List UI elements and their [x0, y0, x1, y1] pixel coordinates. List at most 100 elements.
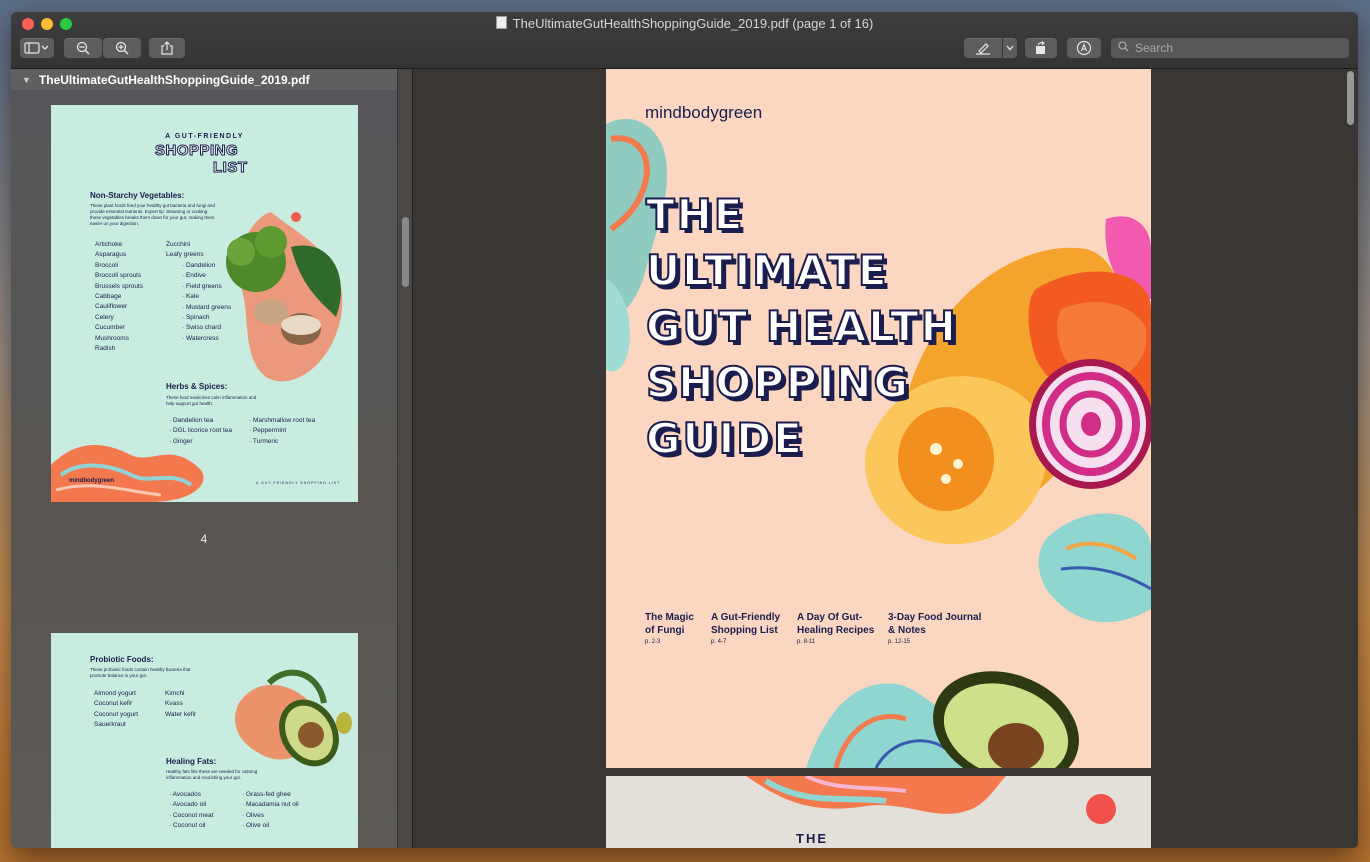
thumb-list-item: Broccoli	[95, 261, 119, 269]
disclosure-triangle-icon[interactable]: ▼	[22, 75, 31, 85]
thumb-list-item: Kvass	[165, 700, 183, 708]
thumb2-fats-desc: Healthy fats like these are needed for c…	[166, 769, 258, 780]
window-title: TheUltimateGutHealthShoppingGuide_2019.p…	[512, 16, 874, 31]
thumb-list-item: · Dandelion tea	[169, 417, 214, 424]
thumb-herbs-heading: Herbs & Spices:	[166, 382, 228, 391]
toc-item: The Magic of Fungi p. 2-3	[645, 611, 694, 645]
sidebar-scroll-thumb[interactable]	[402, 217, 409, 287]
page-thumbnail-5[interactable]: Probiotic Foods: These probiotic foods c…	[51, 633, 358, 848]
thumb-list-item: Almond yogurt	[94, 690, 136, 697]
sidebar-toggle-button[interactable]	[20, 38, 54, 58]
swirl-illustration	[51, 445, 204, 502]
thumb-list-item: Asparagus	[95, 251, 127, 259]
toc-label-line1: The Magic	[645, 612, 694, 623]
thumb2-probiotic-heading: Probiotic Foods:	[90, 655, 154, 664]
rotate-icon	[1036, 41, 1045, 54]
sidebar-icon	[24, 42, 49, 54]
thumb-list-item: Leafy greens	[166, 251, 204, 259]
thumb-list-item: Brussels sprouts	[95, 282, 144, 290]
highlight-menu-button[interactable]	[1003, 38, 1017, 58]
search-icon	[1118, 41, 1129, 55]
highlighter-icon	[976, 43, 990, 55]
cover-title-line: GUIDE	[645, 413, 804, 464]
sidebar-document-header[interactable]: ▼ TheUltimateGutHealthShoppingGuide_2019…	[11, 69, 397, 90]
sidebar-filename: TheUltimateGutHealthShoppingGuide_2019.p…	[38, 72, 310, 87]
thumb-veg-list-2: Zucchini Leafy greens	[166, 240, 204, 261]
pdf-page-2: THE	[606, 776, 1151, 848]
share-button[interactable]	[149, 38, 185, 58]
thumb-list-item: · Macadamia nut oil	[242, 801, 299, 809]
thumb-logo: mindbodygreen	[69, 478, 115, 484]
thumb-list-item: · Peppermint	[249, 427, 287, 435]
toc-label-line2: Shopping List	[711, 625, 778, 636]
preview-window: TheUltimateGutHealthShoppingGuide_2019.p…	[11, 12, 1358, 848]
document-scroll-thumb[interactable]	[1347, 71, 1354, 125]
rotate-button[interactable]	[1025, 38, 1057, 58]
thumb-list-item: Cabbage	[95, 293, 122, 301]
thumb2-fats-list-2: · Grass-fed ghee · Macadamia nut oil · Oli…	[242, 790, 299, 832]
cover-logo: mindbodygreen	[645, 103, 763, 122]
thumb-section-heading: Non-Starchy Vegetables:	[90, 191, 185, 200]
thumb-title-line2: LIST	[213, 159, 248, 177]
zoom-in-button[interactable]	[103, 38, 141, 58]
page2-heading: THE	[796, 831, 828, 846]
thumb-list-item: Coconut yogurt	[94, 710, 139, 718]
thumb-list-item: Water kefir	[165, 710, 197, 718]
toc-item: A Gut-Friendly Shopping List p. 4-7	[711, 611, 780, 645]
thumb-list-item: Broccoli sprouts	[95, 272, 142, 280]
toc-item: A Day Of Gut- Healing Recipes p. 8-11	[797, 611, 874, 645]
share-icon	[161, 41, 173, 55]
toc-label-line1: 3-Day Food Journal	[888, 612, 982, 623]
toc-label-line1: A Gut-Friendly	[711, 612, 781, 623]
thumb2-probiotic-list-2: Kimchi Kvass Water kefir	[165, 689, 196, 720]
search-field[interactable]: Search	[1111, 38, 1349, 58]
thumb-list-item: · Olive oil	[242, 822, 270, 830]
thumb-list-item: Cauliflower	[95, 303, 128, 311]
thumb-list-item: · Turmeric	[249, 437, 279, 445]
thumbnail-page-number: 4	[200, 532, 208, 546]
document-view[interactable]: mindbodygreen THE ULTIMATE GUT HEALTH SH…	[413, 69, 1358, 848]
zoom-out-button[interactable]	[64, 38, 102, 58]
highlight-button[interactable]	[964, 38, 1002, 58]
thumb2-fats-list-1: · Avocados · Avocado oil · Coconut meat · C…	[169, 790, 213, 832]
thumb-list-item: · Coconut meat	[169, 811, 214, 819]
document-scrollbar[interactable]	[1344, 69, 1358, 848]
thumb-herbs-list-2: · Marshmallow root tea · Peppermint · Turm…	[249, 416, 315, 447]
thumb-list-item: Cucumber	[95, 324, 125, 332]
thumb2-fats-heading: Healing Fats:	[166, 757, 217, 766]
search-placeholder: Search	[1135, 41, 1174, 55]
cover-title-line: GUT HEALTH	[645, 301, 958, 352]
thumb-veg-list-1: Artichoke Asparagus Broccoli Broccoli sprou…	[95, 240, 143, 354]
toc-label-line1: A Day Of Gut-	[797, 612, 863, 623]
page2-artwork	[746, 776, 1116, 824]
thumb-list-item: Artichoke	[95, 241, 123, 248]
window-title-area: TheUltimateGutHealthShoppingGuide_2019.p…	[11, 16, 1358, 31]
cover-title-line: SHOPPING	[645, 357, 910, 408]
toc-label-line2: of Fungi	[645, 625, 685, 636]
thumb-list-item: Kimchi	[165, 690, 185, 697]
cover-title: THE ULTIMATE GUT HEALTH SHOPPING GUIDE	[645, 187, 958, 467]
vegetable-illustration	[226, 212, 343, 382]
toc-pages: p. 2-3	[645, 639, 661, 645]
toc-pages: p. 12-15	[888, 639, 911, 645]
thumb-list-item: · Coconut oil	[169, 822, 206, 830]
thumb2-probiotic-desc: These probiotic foods contain healthy ba…	[90, 667, 191, 678]
thumb-list-item: Sauerkraut	[94, 721, 126, 729]
thumb-section-desc: These plant foods feed your healthy gut …	[90, 203, 215, 226]
thumb-list-item: · Olives	[242, 811, 265, 819]
markup-button[interactable]	[1067, 38, 1101, 58]
thumb-footer: A GUT-FRIENDLY SHOPPING LIST	[256, 481, 341, 485]
thumb-list-item: · Grass-fed ghee	[242, 791, 291, 798]
toc-pages: p. 8-11	[797, 639, 816, 645]
titlebar: TheUltimateGutHealthShoppingGuide_2019.p…	[11, 12, 1358, 69]
pdf-page-1: mindbodygreen THE ULTIMATE GUT HEALTH SH…	[606, 69, 1151, 768]
thumb-herbs-desc: These food medicines calm inflammation a…	[166, 395, 257, 406]
toc-item: 3-Day Food Journal & Notes p. 12-15	[888, 611, 981, 645]
thumb-list-item: Celery	[95, 313, 114, 321]
thumb-title-line1: SHOPPING	[154, 142, 239, 160]
cover-title-line: ULTIMATE	[645, 245, 889, 296]
sidebar-scrollbar[interactable]	[397, 69, 413, 848]
thumb-list-item: Coconut kefir	[94, 700, 133, 708]
toc-label-line2: & Notes	[888, 625, 926, 636]
page-thumbnail-4[interactable]: A GUT-FRIENDLY SHOPPING LIST Non-Starchy…	[51, 105, 358, 502]
